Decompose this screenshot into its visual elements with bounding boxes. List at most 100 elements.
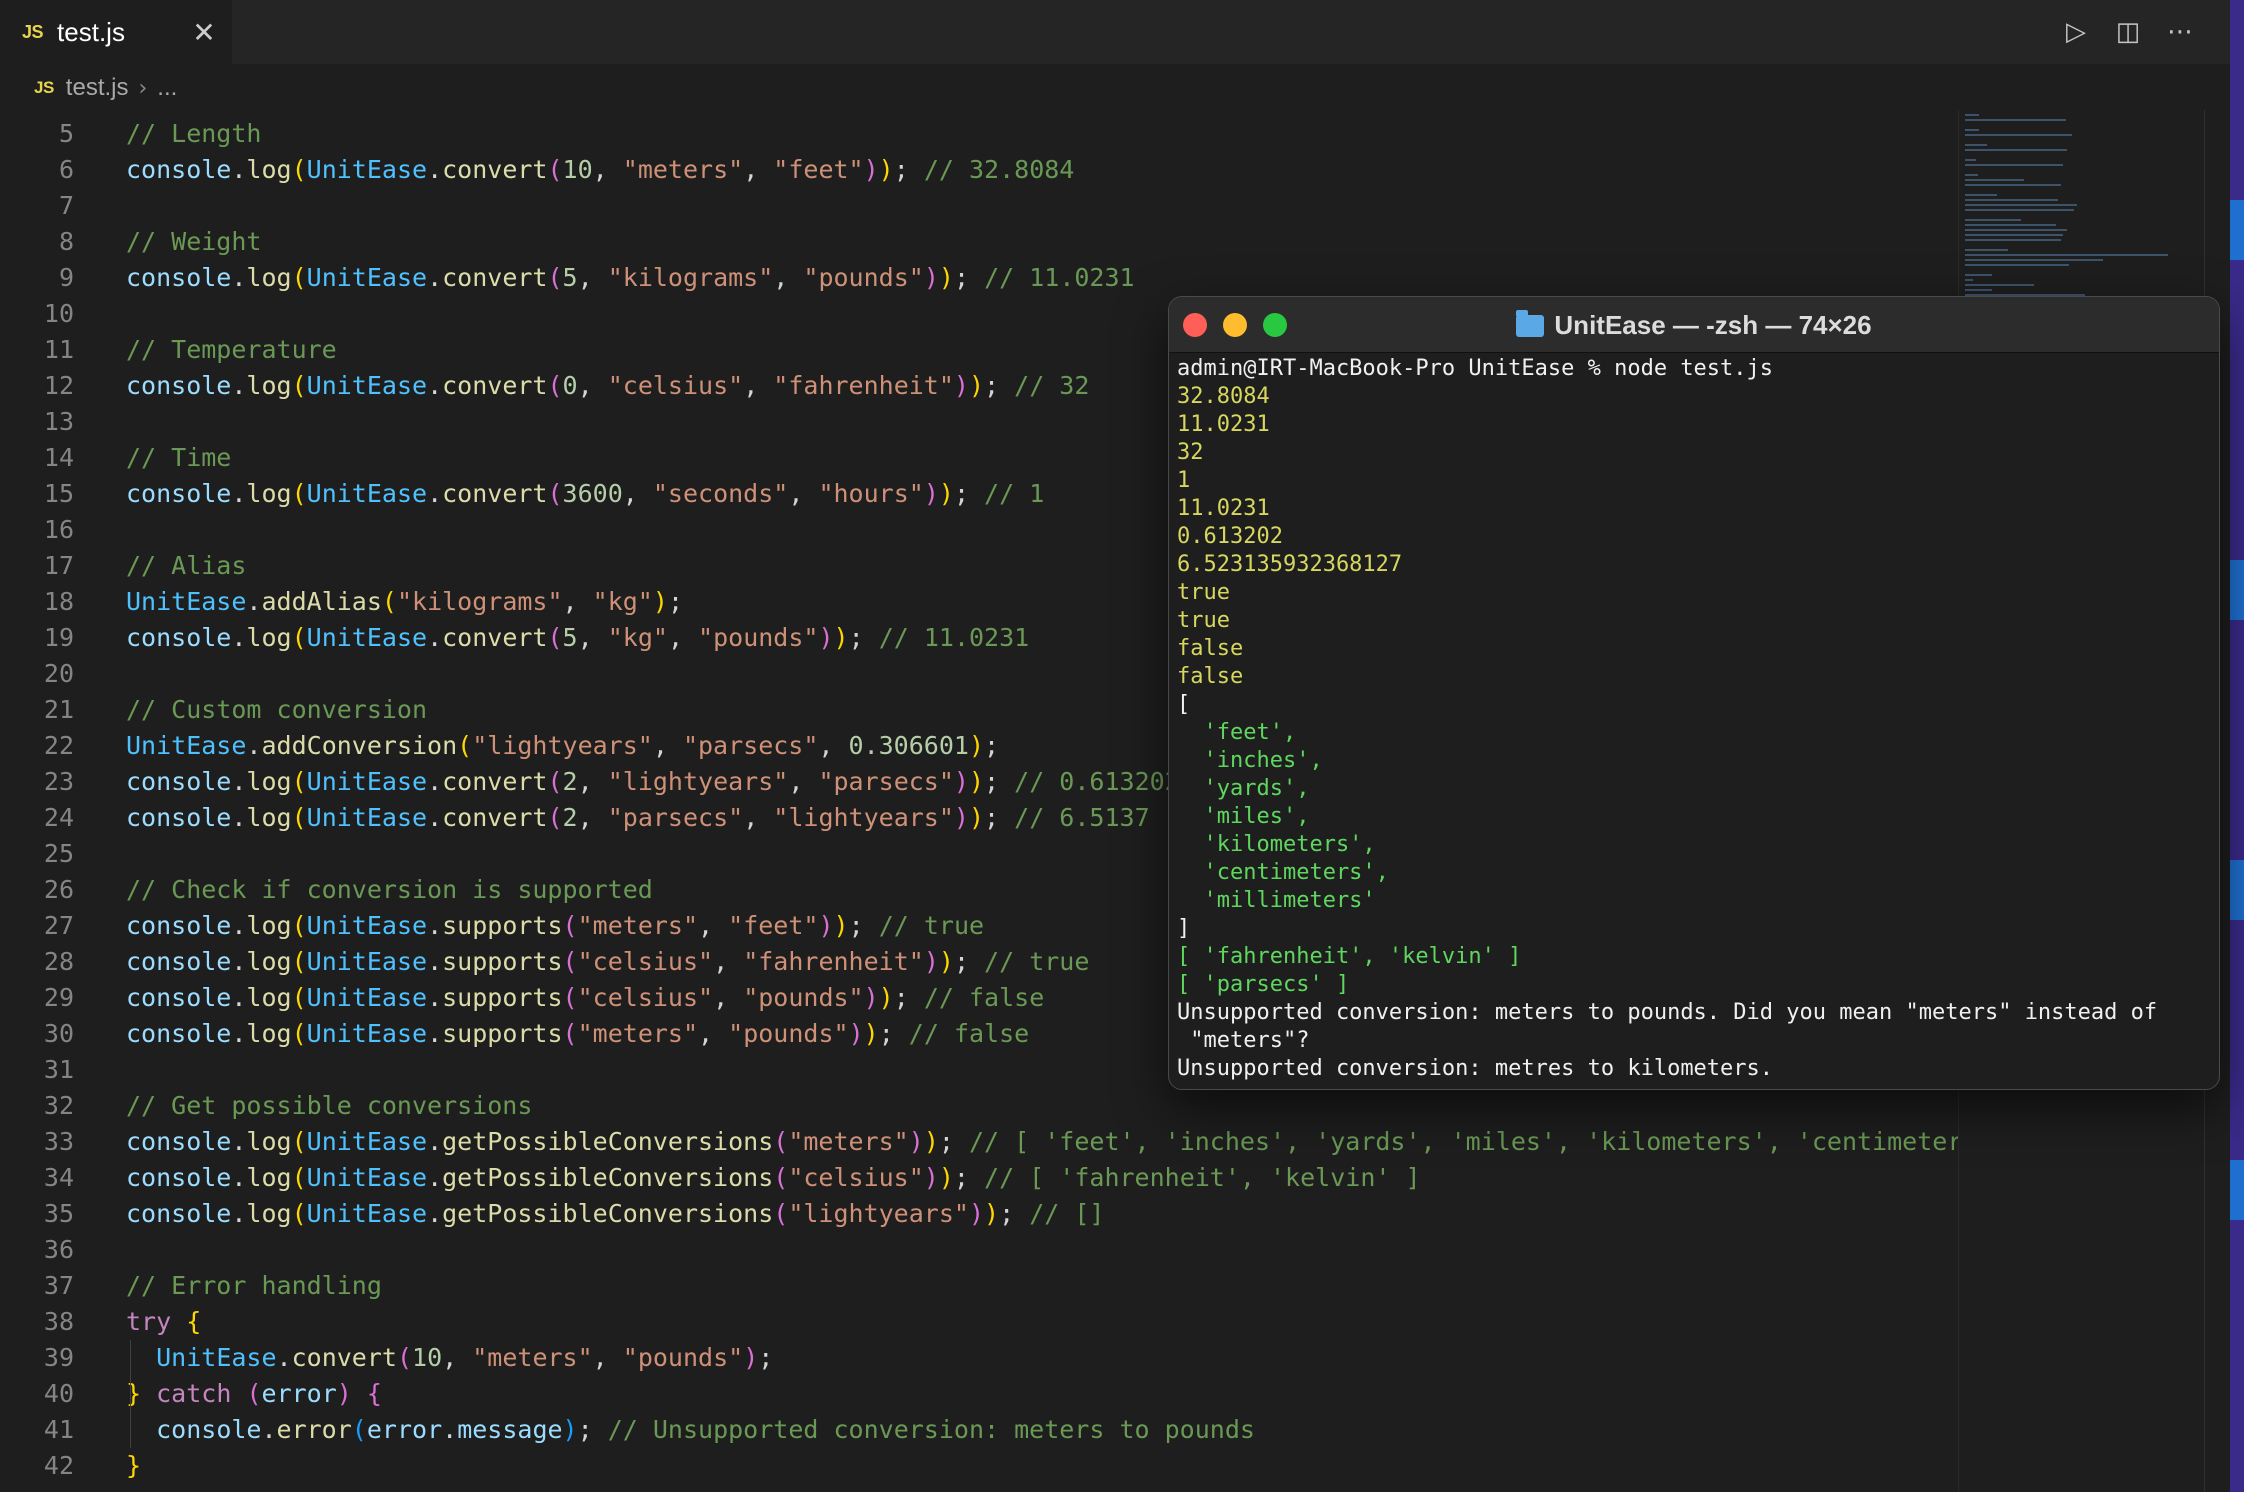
background-window-accent — [2230, 200, 2244, 260]
minimap-line — [1965, 249, 2009, 251]
minimap-line — [1965, 259, 2103, 261]
code-text[interactable]: // Alias — [126, 548, 246, 584]
terminal-line: 32 — [1177, 440, 1204, 465]
breadcrumb-symbols[interactable]: ... — [157, 74, 177, 102]
minimap-line — [1965, 134, 2073, 136]
code-line[interactable]: 39 UnitEase.convert(10, "meters", "pound… — [0, 1340, 1958, 1376]
terminal-line: 'millimeters' — [1177, 888, 1376, 913]
close-icon[interactable]: ✕ — [188, 16, 220, 49]
line-number: 12 — [43, 371, 74, 400]
code-line[interactable]: 9 console.log(UnitEase.convert(5, "kilogr… — [0, 260, 1958, 296]
code-line[interactable]: 42} — [0, 1448, 1958, 1484]
tab-test-js[interactable]: JS test.js ✕ — [0, 0, 232, 64]
code-line[interactable]: 35 console.log(UnitEase.getPossibleConver… — [0, 1196, 1958, 1232]
code-line[interactable]: 8 // Weight — [0, 224, 1958, 260]
code-text[interactable]: UnitEase.addConversion("lightyears", "pa… — [126, 728, 999, 764]
code-text[interactable]: console.log(UnitEase.getPossibleConversi… — [126, 1160, 1421, 1196]
terminal-line: [ 'fahrenheit', 'kelvin' ] — [1177, 944, 1522, 969]
minimap-line — [1965, 284, 2034, 286]
code-line[interactable]: 34 console.log(UnitEase.getPossibleConver… — [0, 1160, 1958, 1196]
line-number: 15 — [43, 479, 74, 508]
code-text[interactable]: console.error(error.message); // Unsuppo… — [126, 1412, 1255, 1448]
code-text[interactable]: console.log(UnitEase.convert(5, "kilogra… — [126, 260, 1135, 296]
code-line[interactable]: 41 console.error(error.message); // Unsu… — [0, 1412, 1958, 1448]
line-number: 33 — [43, 1127, 74, 1156]
code-text[interactable]: // Length — [126, 116, 261, 152]
minimap-line — [1965, 219, 2021, 221]
code-line[interactable]: 5 // Length — [0, 116, 1958, 152]
line-number: 14 — [43, 443, 74, 472]
indent-guide — [130, 1340, 131, 1448]
code-text[interactable]: console.log(UnitEase.supports("celsius",… — [126, 980, 1044, 1016]
minimap-line — [1965, 114, 1980, 116]
code-text[interactable]: console.log(UnitEase.convert(10, "meters… — [126, 152, 1074, 188]
code-line[interactable]: 6 console.log(UnitEase.convert(10, "meter… — [0, 152, 1958, 188]
code-text[interactable]: console.log(UnitEase.convert(0, "celsius… — [126, 368, 1089, 404]
split-editor-icon[interactable]: ◫ — [2110, 14, 2146, 50]
code-text[interactable]: UnitEase.addAlias("kilograms", "kg"); — [126, 584, 683, 620]
background-window-accent — [2230, 1160, 2244, 1220]
code-text[interactable]: UnitEase.convert(10, "meters", "pounds")… — [126, 1340, 773, 1376]
code-text[interactable]: console.log(UnitEase.supports("meters", … — [126, 1016, 1029, 1052]
line-number: 16 — [43, 515, 74, 544]
code-line[interactable]: 33 console.log(UnitEase.getPossibleConver… — [0, 1124, 2038, 1160]
line-number: 22 — [43, 731, 74, 760]
line-number: 34 — [43, 1163, 74, 1192]
code-text[interactable]: console.log(UnitEase.supports("celsius",… — [126, 944, 1089, 980]
code-text[interactable]: console.log(UnitEase.getPossibleConversi… — [126, 1196, 1104, 1232]
code-text[interactable]: } catch (error) { — [126, 1376, 382, 1412]
minimap-line — [1965, 264, 2069, 266]
code-text[interactable]: console.log(UnitEase.getPossibleConversi… — [126, 1124, 2038, 1160]
terminal-line: [ — [1177, 692, 1191, 717]
code-text[interactable]: // Temperature — [126, 332, 337, 368]
background-window-edge — [2230, 0, 2244, 1492]
code-line[interactable]: 38 try { — [0, 1304, 1958, 1340]
terminal-output[interactable]: admin@IRT-MacBook-Pro UnitEase % node te… — [1177, 355, 2207, 1085]
terminal-line: 11.0231 — [1177, 496, 1270, 521]
line-number: 9 — [58, 263, 74, 292]
code-text[interactable]: try { — [126, 1304, 201, 1340]
code-text[interactable]: // Time — [126, 440, 231, 476]
code-text[interactable]: console.log(UnitEase.convert(2, "parsecs… — [126, 800, 1150, 836]
terminal-window[interactable]: UnitEase — -zsh — 74×26 admin@IRT-MacBoo… — [1168, 296, 2220, 1090]
minimap-line — [1965, 159, 1977, 161]
minimap-line — [1965, 119, 2066, 121]
code-line[interactable]: 40} catch (error) { — [0, 1376, 1958, 1412]
folder-icon — [1516, 310, 1545, 337]
line-number: 41 — [43, 1415, 74, 1444]
code-line[interactable]: 32 // Get possible conversions — [0, 1088, 1958, 1124]
tab-bar: JS test.js ✕ ▷ ◫ ⋯ — [0, 0, 2230, 64]
tab-label: test.js — [57, 16, 125, 47]
code-text[interactable]: // Weight — [126, 224, 261, 260]
terminal-titlebar[interactable]: UnitEase — -zsh — 74×26 — [1169, 297, 2219, 353]
code-line[interactable]: 36 — [0, 1232, 1958, 1268]
background-window-accent — [2230, 860, 2244, 920]
code-text[interactable]: console.log(UnitEase.convert(5, "kg", "p… — [126, 620, 1029, 656]
code-text[interactable]: // Get possible conversions — [126, 1088, 532, 1124]
code-line[interactable]: 7 — [0, 188, 1958, 224]
code-text[interactable]: console.log(UnitEase.convert(3600, "seco… — [126, 476, 1044, 512]
more-actions-icon[interactable]: ⋯ — [2162, 14, 2198, 50]
code-line[interactable]: 37 // Error handling — [0, 1268, 1958, 1304]
minimap-line — [1965, 254, 2169, 256]
background-window-accent — [2230, 560, 2244, 620]
minimap-line — [1965, 209, 2074, 211]
code-text[interactable]: } — [126, 1448, 141, 1484]
terminal-title: UnitEase — -zsh — 74×26 — [1169, 297, 2219, 353]
terminal-line: true — [1177, 580, 1230, 605]
terminal-line: 'inches', — [1177, 748, 1323, 773]
terminal-line: ] — [1177, 916, 1191, 941]
line-number: 19 — [43, 623, 74, 652]
minimap-line — [1965, 224, 2057, 226]
code-text[interactable]: // Check if conversion is supported — [126, 872, 653, 908]
breadcrumb-file[interactable]: test.js — [66, 74, 129, 102]
code-text[interactable]: console.log(UnitEase.convert(2, "lightye… — [126, 764, 1180, 800]
code-text[interactable]: console.log(UnitEase.supports("meters", … — [126, 908, 984, 944]
line-number: 32 — [43, 1091, 74, 1120]
code-text[interactable]: // Custom conversion — [126, 692, 427, 728]
line-number: 8 — [58, 227, 74, 256]
line-number: 25 — [43, 839, 74, 868]
run-icon[interactable]: ▷ — [2058, 14, 2094, 50]
minimap-line — [1965, 229, 2068, 231]
code-text[interactable]: // Error handling — [126, 1268, 382, 1304]
